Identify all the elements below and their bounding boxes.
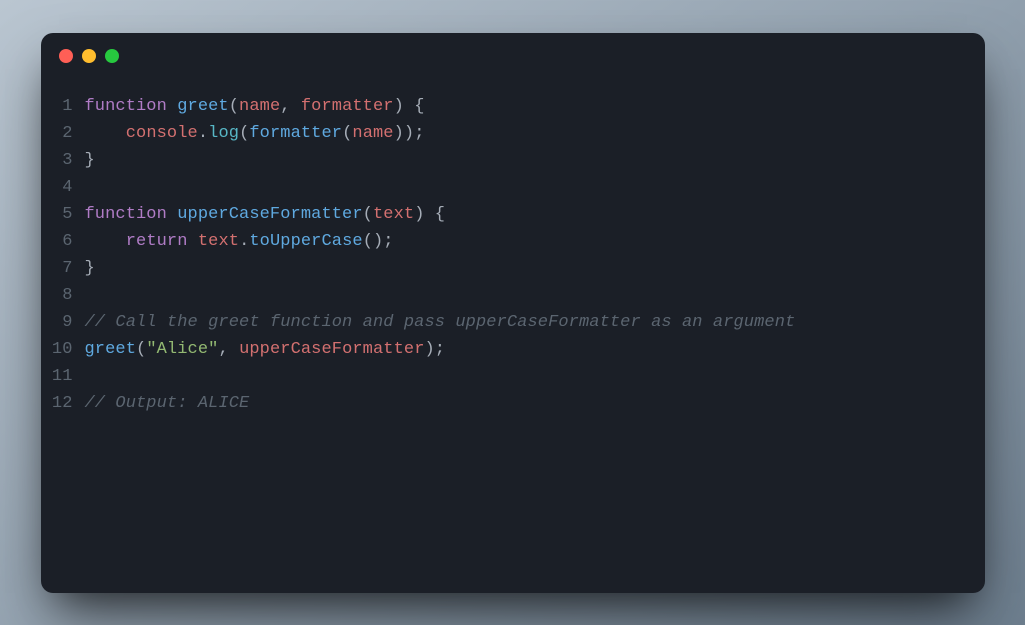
token: // Call the greet function and pass uppe… — [85, 309, 796, 336]
line-number: 4 — [51, 174, 85, 201]
line-number: 2 — [51, 120, 85, 147]
line-number: 10 — [51, 336, 85, 363]
token: toUpperCase — [249, 228, 362, 255]
line-number: 8 — [51, 282, 85, 309]
token — [85, 228, 126, 255]
code-window: 1function greet(name, formatter) {2 cons… — [41, 33, 985, 593]
token: greet — [177, 93, 229, 120]
token: , — [218, 336, 239, 363]
token: name — [239, 93, 280, 120]
code-line: 7} — [51, 255, 961, 282]
line-number: 7 — [51, 255, 85, 282]
token: } — [85, 147, 95, 174]
token: ) { — [394, 93, 425, 120]
code-line: 5function upperCaseFormatter(text) { — [51, 201, 961, 228]
code-line: 9// Call the greet function and pass upp… — [51, 309, 961, 336]
code-line: 4 — [51, 174, 961, 201]
code-line: 1function greet(name, formatter) { — [51, 93, 961, 120]
token: ( — [136, 336, 146, 363]
code-line: 11 — [51, 363, 961, 390]
zoom-icon[interactable] — [105, 49, 119, 63]
token: formatter — [301, 93, 394, 120]
token: ( — [363, 201, 373, 228]
token: upperCaseFormatter — [239, 336, 424, 363]
line-number: 11 — [51, 363, 85, 390]
token: "Alice" — [146, 336, 218, 363]
line-number: 9 — [51, 309, 85, 336]
token: function — [85, 201, 178, 228]
token: . — [239, 228, 249, 255]
code-content: // Call the greet function and pass uppe… — [85, 309, 796, 336]
line-number: 6 — [51, 228, 85, 255]
code-line: 10greet("Alice", upperCaseFormatter); — [51, 336, 961, 363]
token: return — [126, 228, 198, 255]
line-number: 12 — [51, 390, 85, 417]
token: formatter — [249, 120, 342, 147]
token: . — [198, 120, 208, 147]
code-content: // Output: ALICE — [85, 390, 250, 417]
code-editor[interactable]: 1function greet(name, formatter) {2 cons… — [41, 79, 985, 417]
token: ) { — [414, 201, 445, 228]
code-line: 12// Output: ALICE — [51, 390, 961, 417]
token: console — [126, 120, 198, 147]
code-content: greet("Alice", upperCaseFormatter); — [85, 336, 446, 363]
line-number: 1 — [51, 93, 85, 120]
code-line: 6 return text.toUpperCase(); — [51, 228, 961, 255]
window-titlebar — [41, 33, 985, 79]
line-number: 5 — [51, 201, 85, 228]
token: name — [352, 120, 393, 147]
token: } — [85, 255, 95, 282]
line-number: 3 — [51, 147, 85, 174]
token: function — [85, 93, 178, 120]
code-content: function upperCaseFormatter(text) { — [85, 201, 446, 228]
token: ( — [239, 120, 249, 147]
code-content: return text.toUpperCase(); — [85, 228, 394, 255]
minimize-icon[interactable] — [82, 49, 96, 63]
token: greet — [85, 336, 137, 363]
token: upperCaseFormatter — [177, 201, 362, 228]
code-line: 2 console.log(formatter(name)); — [51, 120, 961, 147]
token — [85, 120, 126, 147]
close-icon[interactable] — [59, 49, 73, 63]
code-content: } — [85, 147, 95, 174]
token: , — [280, 93, 301, 120]
code-content: console.log(formatter(name)); — [85, 120, 425, 147]
code-line: 8 — [51, 282, 961, 309]
code-content: } — [85, 255, 95, 282]
code-line: 3} — [51, 147, 961, 174]
token: )); — [394, 120, 425, 147]
token: ( — [229, 93, 239, 120]
code-content: function greet(name, formatter) { — [85, 93, 425, 120]
token: (); — [363, 228, 394, 255]
token: ( — [342, 120, 352, 147]
token: text — [373, 201, 414, 228]
token: text — [198, 228, 239, 255]
token: log — [208, 120, 239, 147]
token: ); — [425, 336, 446, 363]
token: // Output: ALICE — [85, 390, 250, 417]
